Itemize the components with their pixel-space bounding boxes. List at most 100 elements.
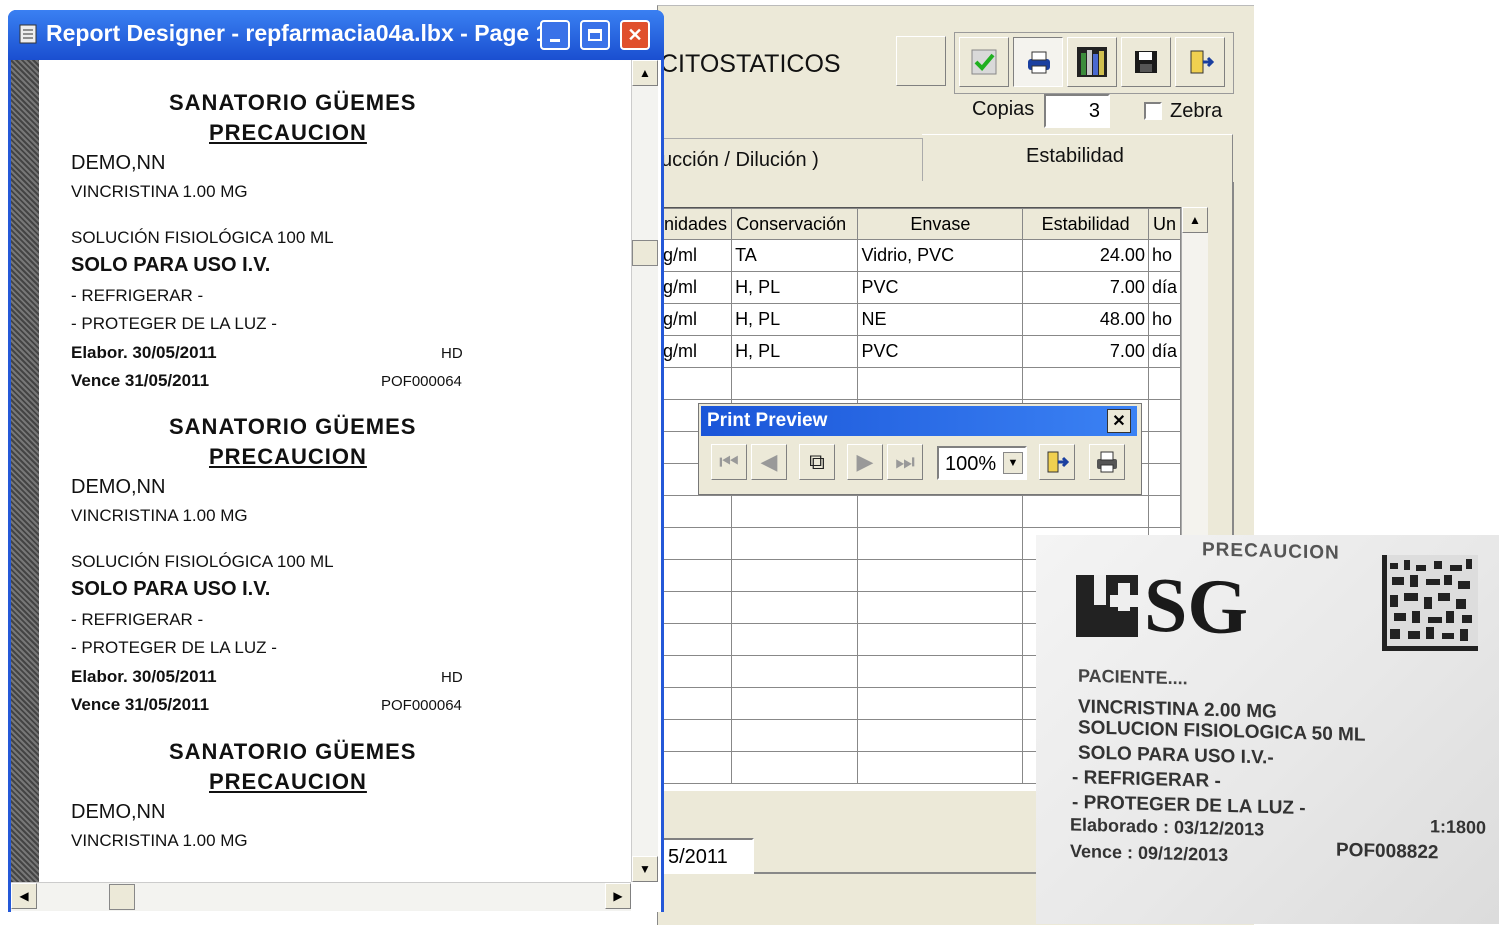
report-designer-title: Report Designer - repfarmacia04a.lbx - P… [46, 20, 549, 46]
label-hd: HD [441, 669, 463, 686]
label-elabor: Elabor. 30/05/2011 [71, 667, 217, 686]
exit-door-icon [1190, 50, 1215, 74]
label-header: SANATORIO GÜEMES [169, 739, 417, 764]
grid-header-row: nidades Conservación Envase Estabilidad … [659, 208, 1181, 240]
last-page-icon[interactable]: ⏭ [887, 444, 923, 480]
checkmark-icon [971, 49, 997, 75]
cell[interactable]: TA [731, 239, 859, 272]
pages-icon[interactable]: ⧉ [799, 444, 835, 480]
datamatrix-code-icon [1382, 555, 1478, 651]
label-code: POF000064 [381, 373, 462, 390]
cell[interactable]: 7.00 [1022, 335, 1149, 368]
cell[interactable]: Vidrio, PVC [857, 239, 1024, 272]
photo-vence: Vence : 09/12/2013 [1070, 840, 1229, 866]
table-row[interactable]: g/ml TA Vidrio, PVC 24.00 ho [659, 239, 1181, 272]
label-uso: SOLO PARA USO I.V. [71, 578, 271, 600]
report-vertical-scrollbar[interactable]: ▲ ▼ [631, 60, 658, 882]
cell[interactable]: g/ml [659, 239, 733, 272]
table-row[interactable]: g/ml H, PL PVC 7.00 día [659, 271, 1181, 304]
print-preview-print-button[interactable] [1089, 444, 1125, 480]
zebra-checkbox[interactable] [1144, 102, 1162, 120]
report-horizontal-scrollbar[interactable]: ◀ ▶ [11, 882, 631, 911]
next-page-icon[interactable]: ▶ [847, 444, 883, 480]
col-envase[interactable]: Envase [857, 208, 1024, 240]
col-conservacion[interactable]: Conservación [731, 208, 859, 240]
label-code: POF000064 [381, 697, 462, 714]
close-button[interactable]: ✕ [620, 20, 650, 50]
library-button[interactable] [1067, 37, 1117, 87]
scroll-up-icon[interactable]: ▲ [632, 60, 658, 86]
close-icon[interactable]: ✕ [1107, 409, 1131, 433]
confirm-button[interactable] [959, 37, 1009, 87]
minimize-button[interactable] [540, 20, 570, 50]
label-precaucion: PRECAUCION [209, 769, 367, 794]
empty-row[interactable] [659, 495, 1181, 528]
label-solution: SOLUCIÓN FISIOLÓGICA 100 ML [71, 552, 334, 571]
table-row[interactable]: g/ml H, PL NE 48.00 ho [659, 303, 1181, 336]
col-estabilidad[interactable]: Estabilidad [1022, 208, 1149, 240]
exit-preview-button[interactable] [1039, 444, 1075, 480]
photo-ratio: 1:1800 [1430, 816, 1487, 838]
printed-label-photo: PRECAUCION SG PACIENTE.... VINCRISTINA 2… [1036, 535, 1499, 924]
cell[interactable]: g/ml [659, 335, 733, 368]
exit-button[interactable] [1175, 37, 1225, 87]
col-unidad[interactable]: Un [1147, 208, 1181, 240]
save-button[interactable] [1121, 37, 1171, 87]
label-precaucion: PRECAUCION [209, 444, 367, 469]
tab-dilucion[interactable]: ucción / Dilución ) [658, 138, 923, 181]
report-icon [19, 24, 37, 44]
copias-input[interactable]: 3 [1044, 94, 1110, 128]
zoom-select[interactable]: 100% ▼ [937, 446, 1027, 480]
maximize-button[interactable] [580, 20, 610, 50]
previous-page-icon[interactable]: ◀ [751, 444, 787, 480]
cell[interactable]: 7.00 [1022, 271, 1149, 304]
cell[interactable]: g/ml [659, 271, 733, 304]
print-preview-titlebar[interactable]: Print Preview ✕ [701, 406, 1137, 436]
scroll-thumb[interactable] [632, 240, 658, 266]
cell[interactable]: ho [1147, 239, 1181, 272]
cell[interactable]: H, PL [731, 335, 859, 368]
table-row[interactable]: g/ml H, PL PVC 7.00 día [659, 335, 1181, 368]
cell[interactable]: día [1147, 335, 1181, 368]
cell[interactable]: H, PL [731, 303, 859, 336]
cell[interactable]: día [1147, 271, 1181, 304]
cell[interactable]: PVC [857, 271, 1024, 304]
photo-elaborado: Elaborado : 03/12/2013 [1070, 814, 1265, 840]
scroll-right-icon[interactable]: ▶ [605, 883, 631, 909]
cell[interactable]: NE [857, 303, 1024, 336]
label-hd: HD [441, 345, 463, 362]
cell[interactable]: PVC [857, 335, 1024, 368]
print-preview-toolbar: Print Preview ✕ ⏮ ◀ ⧉ ▶ ⏭ 100% ▼ [698, 403, 1142, 495]
printer-icon [1097, 451, 1117, 473]
scroll-down-icon[interactable]: ▼ [632, 856, 658, 882]
cell[interactable]: 48.00 [1022, 303, 1149, 336]
report-designer-titlebar[interactable]: Report Designer - repfarmacia04a.lbx - P… [8, 10, 664, 60]
isg-logo-icon [1076, 575, 1138, 637]
label-refrigerar: - REFRIGERAR - [71, 286, 204, 305]
print-button[interactable] [1013, 37, 1063, 87]
scroll-left-icon[interactable]: ◀ [11, 883, 37, 909]
report-designer-body: SANATORIO GÜEMES PRECAUCION DEMO,NN VINC… [11, 60, 661, 912]
hscroll-thumb[interactable] [109, 884, 135, 910]
cell[interactable]: g/ml [659, 303, 733, 336]
books-icon [1077, 47, 1107, 77]
cell[interactable]: 24.00 [1022, 239, 1149, 272]
cell[interactable]: H, PL [731, 271, 859, 304]
close-icon: ✕ [627, 24, 643, 45]
chevron-down-icon[interactable]: ▼ [1003, 452, 1023, 474]
cell[interactable]: ho [1147, 303, 1181, 336]
label-solution: SOLUCIÓN FISIOLÓGICA 100 ML [71, 228, 334, 247]
label-paciente: DEMO,NN [71, 801, 166, 823]
col-unidades[interactable]: nidades [659, 208, 733, 240]
label-drug: VINCRISTINA 1.00 MG [71, 831, 248, 850]
photo-solution: SOLUCION FISIOLOGICA 50 ML [1078, 717, 1366, 746]
scroll-up-icon[interactable]: ▲ [1182, 207, 1208, 233]
tab-estabilidad[interactable]: Estabilidad [922, 134, 1233, 183]
tab-estabilidad-label: Estabilidad [1026, 145, 1124, 167]
blank-button[interactable] [896, 36, 946, 86]
empty-row[interactable] [659, 367, 1181, 400]
printer-icon [1028, 51, 1050, 74]
maximize-icon [588, 29, 602, 41]
first-page-icon[interactable]: ⏮ [711, 444, 747, 480]
date-field[interactable]: 5/2011 [662, 838, 754, 874]
